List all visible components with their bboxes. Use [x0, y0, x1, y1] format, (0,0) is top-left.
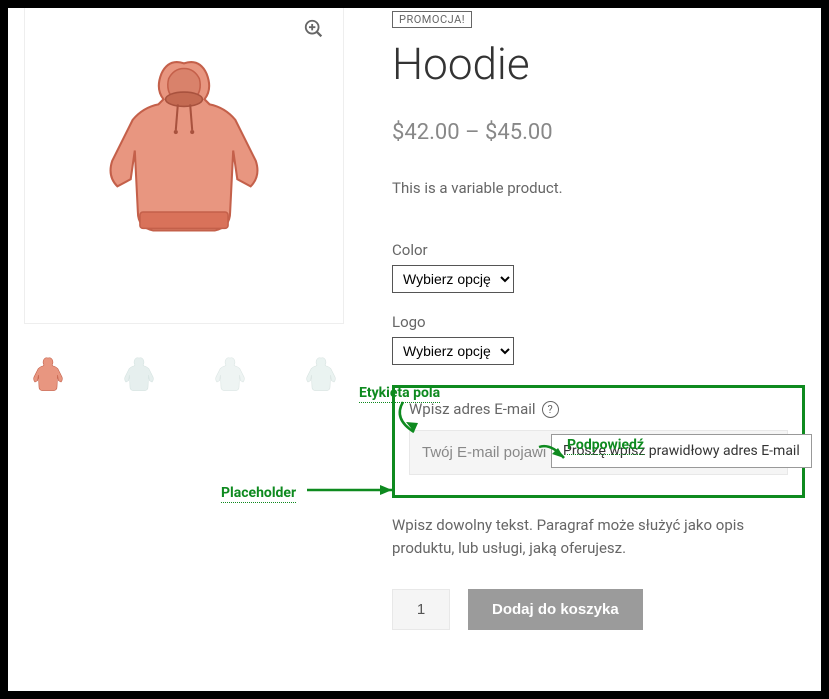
- thumbnail-3[interactable]: [206, 350, 253, 400]
- email-field-box: Wpisz adres E-mail ? Proszę wpisz prawid…: [392, 385, 805, 498]
- color-label: Color: [392, 241, 805, 259]
- zoom-icon[interactable]: [303, 18, 325, 40]
- hoodie-illustration: [82, 48, 287, 253]
- product-title: Hoodie: [392, 38, 805, 90]
- product-thumbnails: [24, 350, 344, 400]
- logo-select[interactable]: Wybierz opcję: [392, 337, 514, 365]
- help-icon[interactable]: ?: [542, 401, 559, 418]
- color-select[interactable]: Wybierz opcję: [392, 265, 514, 293]
- quantity-input[interactable]: [392, 589, 450, 630]
- email-field-label: Wpisz adres E-mail: [409, 400, 536, 418]
- add-to-cart-button[interactable]: Dodaj do koszyka: [468, 589, 643, 630]
- thumbnail-2[interactable]: [115, 350, 162, 400]
- paragraph-text: Wpisz dowolny tekst. Paragraf może służy…: [392, 514, 805, 561]
- price-range: $42.00 – $45.00: [392, 120, 805, 145]
- product-main-image[interactable]: [24, 8, 344, 324]
- short-description: This is a variable product.: [392, 179, 805, 197]
- thumbnail-4[interactable]: [297, 350, 344, 400]
- thumbnail-1[interactable]: [24, 350, 71, 400]
- promo-badge: PROMOCJA!: [392, 11, 472, 28]
- tooltip: Proszę wpisz prawidłowy adres E-mail: [551, 434, 812, 468]
- logo-label: Logo: [392, 313, 805, 331]
